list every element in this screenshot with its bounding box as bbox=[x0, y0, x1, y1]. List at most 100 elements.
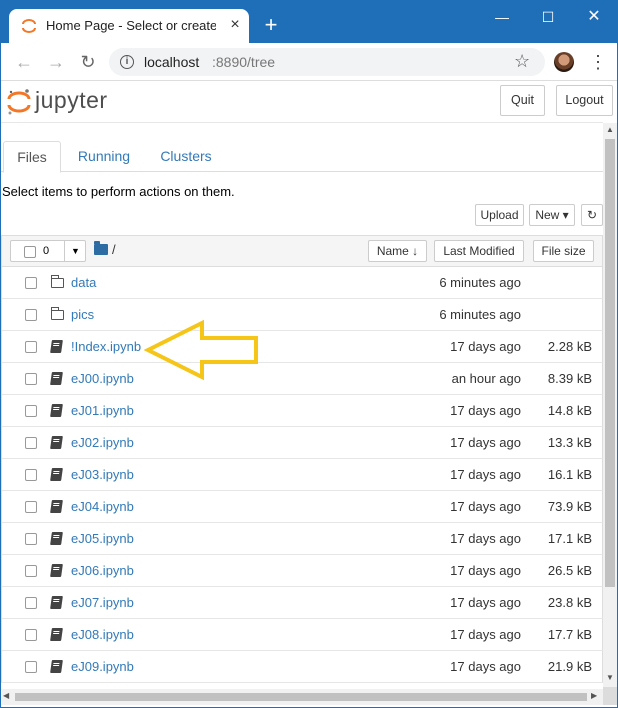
last-modified: 17 days ago bbox=[450, 659, 521, 674]
file-row[interactable]: pics 6 minutes ago bbox=[1, 299, 603, 331]
row-checkbox[interactable] bbox=[25, 469, 37, 481]
row-checkbox[interactable] bbox=[25, 437, 37, 449]
minimize-icon[interactable]: — bbox=[479, 3, 525, 31]
address-bar[interactable]: i localhost :8890/tree ☆ bbox=[109, 48, 545, 76]
file-name-link[interactable]: eJ07.ipynb bbox=[71, 595, 134, 610]
row-checkbox[interactable] bbox=[25, 373, 37, 385]
file-list-header: 0 ▼ / Name ↓ Last Modified File size bbox=[1, 235, 603, 267]
scroll-down-icon[interactable]: ▼ bbox=[603, 673, 617, 685]
file-row[interactable]: eJ06.ipynb 17 days ago 26.5 kB bbox=[1, 555, 603, 587]
row-checkbox[interactable] bbox=[25, 405, 37, 417]
scroll-left-icon[interactable]: ◀ bbox=[3, 691, 9, 700]
file-name-link[interactable]: eJ08.ipynb bbox=[71, 627, 134, 642]
jupyter-wordmark[interactable]: jupyter bbox=[35, 87, 108, 114]
tab-close-icon[interactable]: × bbox=[226, 15, 244, 35]
file-row[interactable]: !Index.ipynb 17 days ago 2.28 kB bbox=[1, 331, 603, 363]
file-list: data 6 minutes ago pics 6 minutes ago !Index… bbox=[1, 267, 603, 683]
file-row[interactable]: data 6 minutes ago bbox=[1, 267, 603, 299]
refresh-button[interactable]: ↻ bbox=[581, 204, 603, 226]
file-name-link[interactable]: eJ05.ipynb bbox=[71, 531, 134, 546]
file-name-link[interactable]: eJ02.ipynb bbox=[71, 435, 134, 450]
last-modified: 17 days ago bbox=[450, 339, 521, 354]
forward-icon[interactable]: → bbox=[45, 51, 67, 73]
notebook-icon bbox=[50, 532, 63, 545]
folder-icon[interactable] bbox=[94, 241, 108, 255]
last-modified: 17 days ago bbox=[450, 499, 521, 514]
select-all-checkbox[interactable] bbox=[24, 246, 36, 258]
file-row[interactable]: eJ00.ipynb an hour ago 8.39 kB bbox=[1, 363, 603, 395]
vertical-scroll-thumb[interactable] bbox=[605, 139, 615, 587]
row-checkbox[interactable] bbox=[25, 661, 37, 673]
file-row[interactable]: eJ08.ipynb 17 days ago 17.7 kB bbox=[1, 619, 603, 651]
horizontal-scrollbar[interactable]: ◀ ▶ bbox=[1, 689, 603, 705]
file-name-link[interactable]: !Index.ipynb bbox=[71, 339, 141, 354]
notebook-icon bbox=[50, 660, 63, 673]
notebook-icon bbox=[50, 436, 63, 449]
row-checkbox[interactable] bbox=[25, 277, 37, 289]
site-info-icon[interactable]: i bbox=[120, 55, 134, 69]
reload-icon[interactable]: ↻ bbox=[77, 51, 99, 73]
file-size: 14.8 kB bbox=[547, 403, 592, 418]
tab-files[interactable]: Files bbox=[3, 141, 61, 173]
breadcrumb[interactable]: / bbox=[112, 242, 116, 257]
address-toolbar: ← → ↻ i localhost :8890/tree ☆ ⋮ bbox=[1, 43, 617, 81]
logout-button[interactable]: Logout bbox=[556, 85, 613, 116]
selected-count: 0 bbox=[43, 245, 50, 257]
jupyter-favicon-icon bbox=[22, 19, 36, 33]
file-row[interactable]: eJ02.ipynb 17 days ago 13.3 kB bbox=[1, 427, 603, 459]
back-icon[interactable]: ← bbox=[13, 51, 35, 73]
bookmark-star-icon[interactable]: ☆ bbox=[514, 51, 530, 72]
file-name-link[interactable]: eJ00.ipynb bbox=[71, 371, 134, 386]
row-checkbox[interactable] bbox=[25, 597, 37, 609]
select-all-dropdown[interactable]: 0 ▼ bbox=[10, 240, 86, 262]
row-checkbox[interactable] bbox=[25, 501, 37, 513]
tab-running[interactable]: Running bbox=[67, 141, 141, 173]
browser-menu-icon[interactable]: ⋮ bbox=[589, 51, 607, 73]
last-modified: 17 days ago bbox=[450, 531, 521, 546]
horizontal-scroll-thumb[interactable] bbox=[15, 693, 587, 701]
row-checkbox[interactable] bbox=[25, 341, 37, 353]
maximize-icon[interactable]: ☐ bbox=[525, 3, 571, 31]
new-tab-icon[interactable]: + bbox=[259, 13, 283, 37]
file-size: 73.9 kB bbox=[547, 499, 592, 514]
sort-by-size-button[interactable]: File size bbox=[533, 240, 594, 262]
file-row[interactable]: eJ09.ipynb 17 days ago 21.9 kB bbox=[1, 651, 603, 683]
file-name-link[interactable]: eJ03.ipynb bbox=[71, 467, 134, 482]
vertical-scrollbar[interactable]: ▲ ▼ bbox=[603, 123, 617, 687]
file-name-link[interactable]: eJ01.ipynb bbox=[71, 403, 134, 418]
folder-icon bbox=[51, 307, 64, 320]
sort-by-modified-button[interactable]: Last Modified bbox=[434, 240, 524, 262]
chevron-down-icon[interactable]: ▼ bbox=[64, 241, 86, 261]
tab-clusters[interactable]: Clusters bbox=[151, 141, 221, 173]
file-size: 8.39 kB bbox=[547, 371, 592, 386]
last-modified: 6 minutes ago bbox=[439, 307, 521, 322]
quit-button[interactable]: Quit bbox=[500, 85, 545, 116]
sort-by-name-button[interactable]: Name ↓ bbox=[368, 240, 427, 262]
row-checkbox[interactable] bbox=[25, 565, 37, 577]
file-name-link[interactable]: eJ09.ipynb bbox=[71, 659, 134, 674]
file-name-link[interactable]: eJ06.ipynb bbox=[71, 563, 134, 578]
close-window-icon[interactable]: ✕ bbox=[571, 3, 617, 31]
file-row[interactable]: eJ07.ipynb 17 days ago 23.8 kB bbox=[1, 587, 603, 619]
notebook-icon bbox=[50, 372, 63, 385]
scroll-up-icon[interactable]: ▲ bbox=[603, 125, 617, 137]
file-name-link[interactable]: eJ04.ipynb bbox=[71, 499, 134, 514]
file-row[interactable]: eJ05.ipynb 17 days ago 17.1 kB bbox=[1, 523, 603, 555]
last-modified: 17 days ago bbox=[450, 595, 521, 610]
file-row[interactable]: eJ03.ipynb 17 days ago 16.1 kB bbox=[1, 459, 603, 491]
profile-avatar[interactable] bbox=[554, 52, 574, 72]
file-size: 17.7 kB bbox=[547, 627, 592, 642]
notebook-icon bbox=[50, 340, 63, 353]
file-name-link[interactable]: pics bbox=[71, 307, 94, 322]
browser-tab[interactable]: Home Page - Select or create a n × bbox=[9, 9, 249, 43]
row-checkbox[interactable] bbox=[25, 309, 37, 321]
upload-button[interactable]: Upload bbox=[475, 204, 524, 226]
row-checkbox[interactable] bbox=[25, 533, 37, 545]
new-dropdown-button[interactable]: New ▾ bbox=[529, 204, 575, 226]
last-modified: 17 days ago bbox=[450, 467, 521, 482]
file-row[interactable]: eJ04.ipynb 17 days ago 73.9 kB bbox=[1, 491, 603, 523]
row-checkbox[interactable] bbox=[25, 629, 37, 641]
file-row[interactable]: eJ01.ipynb 17 days ago 14.8 kB bbox=[1, 395, 603, 427]
file-name-link[interactable]: data bbox=[71, 275, 96, 290]
scroll-right-icon[interactable]: ▶ bbox=[591, 691, 597, 700]
